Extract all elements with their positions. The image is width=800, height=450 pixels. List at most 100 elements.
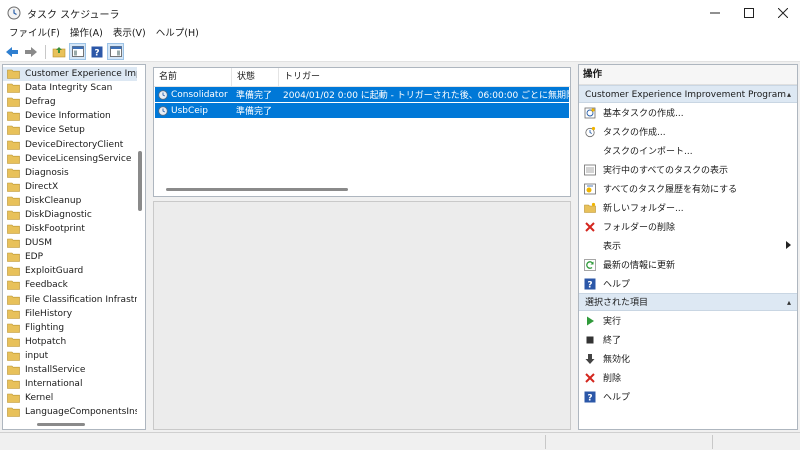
tree-item[interactable]: DirectX — [3, 180, 137, 194]
folder-icon — [7, 281, 20, 291]
tree-item[interactable]: DiskCleanup — [3, 194, 137, 208]
action-item[interactable]: 新しいフォルダー... — [579, 198, 797, 217]
menu-file[interactable]: ファイル(F) — [4, 26, 65, 42]
action-item[interactable]: タスクのインポート... — [579, 141, 797, 160]
action-item[interactable]: すべてのタスク履歴を有効にする — [579, 179, 797, 198]
action-item-label: タスクの作成... — [603, 128, 666, 138]
tree-item[interactable]: International — [3, 377, 137, 391]
folder-icon — [7, 238, 20, 248]
tree-item-label: File Classification Infrastructure — [25, 294, 137, 305]
tree-item[interactable]: Device Setup — [3, 123, 137, 137]
menu-action[interactable]: 操作(A) — [65, 26, 108, 42]
back-button[interactable] — [3, 43, 20, 60]
tree-item[interactable]: Customer Experience Improvement Program — [3, 67, 137, 82]
tree-item[interactable]: input — [3, 349, 137, 363]
action-item[interactable]: タスクの作成... — [579, 122, 797, 141]
create-task-icon — [584, 126, 596, 138]
tree-item-label: DeviceLicensingService — [25, 153, 132, 164]
action-item-label: ヘルプ — [603, 393, 631, 403]
tree-item[interactable]: Feedback — [3, 278, 137, 292]
tree-vertical-scrollbar[interactable] — [136, 65, 144, 417]
action-item[interactable]: 基本タスクの作成... — [579, 103, 797, 122]
tree-item[interactable]: DUSM — [3, 236, 137, 250]
folder-icon — [7, 323, 20, 333]
tree-item[interactable]: File Classification Infrastructure — [3, 293, 137, 307]
tree-item[interactable]: Device Information — [3, 109, 137, 123]
tree-item[interactable]: DeviceLicensingService — [3, 152, 137, 166]
action-item-label: 終了 — [603, 336, 622, 346]
tree-item[interactable]: Kernel — [3, 391, 137, 405]
action-item-label: 削除 — [603, 374, 622, 384]
tree-item-label: Device Setup — [25, 125, 85, 136]
task-list-horizontal-scroll-thumb[interactable] — [166, 188, 348, 191]
tree-item[interactable]: DeviceDirectoryClient — [3, 137, 137, 151]
tree-item[interactable]: Data Integrity Scan — [3, 81, 137, 95]
submenu-arrow-icon — [786, 241, 791, 249]
maximize-button[interactable] — [732, 0, 766, 26]
show-hide-action-pane-button[interactable] — [107, 43, 124, 60]
tree-item[interactable]: EDP — [3, 250, 137, 264]
folder-icon — [7, 365, 20, 375]
tree-item[interactable]: Flighting — [3, 321, 137, 335]
tree-item-label: DeviceDirectoryClient — [25, 139, 124, 150]
task-row[interactable]: Consolidator 準備完了 2004/01/02 0:00 に起動 - … — [155, 87, 569, 102]
tree-item-label: DUSM — [25, 238, 52, 249]
action-item-label: 表示 — [603, 242, 622, 252]
tree-item[interactable]: ExploitGuard — [3, 264, 137, 278]
tree-item-label: input — [25, 350, 49, 361]
column-header-status[interactable]: 状態 — [232, 67, 279, 87]
tree-item-label: DirectX — [25, 181, 59, 192]
task-scheduler-clock-icon — [7, 6, 21, 20]
task-row[interactable]: UsbCeip 準備完了 — [155, 103, 569, 118]
tree-item-label: FileHistory — [25, 308, 73, 319]
action-pane-icon — [109, 46, 122, 57]
action-item[interactable]: ? ヘルプ — [579, 387, 797, 406]
action-item[interactable]: 実行中のすべてのタスクの表示 — [579, 160, 797, 179]
menu-help[interactable]: ヘルプ(H) — [151, 26, 204, 42]
forward-button[interactable] — [22, 43, 39, 60]
action-item[interactable]: 最新の情報に更新 — [579, 255, 797, 274]
up-folder-button[interactable] — [50, 43, 67, 60]
tree-item[interactable]: Defrag — [3, 95, 137, 109]
tree-item[interactable]: Diagnosis — [3, 166, 137, 180]
show-hide-console-tree-button[interactable] — [69, 43, 86, 60]
action-item-label: ヘルプ — [603, 280, 631, 290]
pane-splitter[interactable] — [148, 64, 152, 430]
tree-vertical-scroll-thumb[interactable] — [138, 151, 142, 211]
folder-up-icon — [52, 46, 65, 57]
actions-section-selected-header[interactable]: 選択された項目 ▴ — [579, 293, 797, 311]
tree-item[interactable]: DiskDiagnostic — [3, 208, 137, 222]
action-item-label: 実行中のすべてのタスクの表示 — [603, 166, 729, 176]
folder-tree[interactable]: Customer Experience Improvement Program D… — [2, 64, 146, 430]
actions-title: 操作 — [579, 65, 797, 85]
action-item[interactable]: ? ヘルプ — [579, 274, 797, 293]
tree-horizontal-scrollbar[interactable] — [3, 419, 145, 429]
tree-horizontal-scroll-thumb[interactable] — [37, 423, 85, 426]
action-item[interactable]: 削除 — [579, 368, 797, 387]
refresh-icon — [584, 258, 596, 271]
tree-item-label: Flighting — [25, 322, 65, 333]
minimize-icon — [710, 12, 720, 14]
tree-item[interactable]: LanguageComponentsInstaller — [3, 405, 137, 419]
action-item[interactable]: 表示 — [579, 236, 797, 255]
tree-item[interactable]: FileHistory — [3, 307, 137, 321]
tree-item[interactable]: DiskFootprint — [3, 222, 137, 236]
menu-view[interactable]: 表示(V) — [108, 26, 151, 42]
action-item[interactable]: 実行 — [579, 311, 797, 330]
tree-item[interactable]: InstallService — [3, 363, 137, 377]
column-header-trigger[interactable]: トリガー — [279, 68, 570, 87]
maximize-icon — [744, 8, 754, 18]
task-status: 準備完了 — [236, 91, 273, 101]
action-item[interactable]: フォルダーの削除 — [579, 217, 797, 236]
tree-item-label: DiskCleanup — [25, 195, 82, 206]
minimize-button[interactable] — [698, 0, 732, 26]
action-item[interactable]: 終了 — [579, 330, 797, 349]
action-item[interactable]: 無効化 — [579, 349, 797, 368]
actions-section-folder-header[interactable]: Customer Experience Improvement Program … — [579, 85, 797, 103]
task-status: 準備完了 — [236, 107, 273, 117]
help-toolbar-button[interactable]: ? — [88, 43, 105, 60]
column-header-name[interactable]: 名前 — [154, 67, 232, 87]
close-button[interactable] — [766, 0, 800, 26]
tree-item[interactable]: Hotpatch — [3, 335, 137, 349]
tree-item-label: International — [25, 379, 83, 390]
